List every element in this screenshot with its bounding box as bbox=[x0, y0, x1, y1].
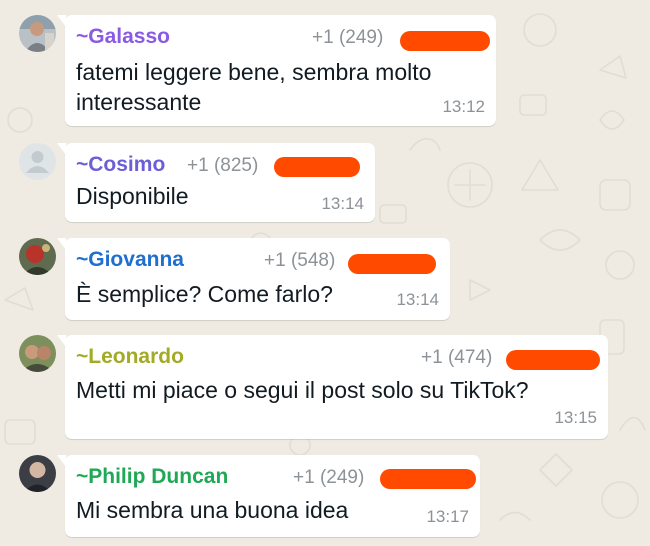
message-time: 13:17 bbox=[426, 507, 469, 526]
avatar[interactable] bbox=[19, 143, 56, 180]
chat-message-list[interactable]: ~Galasso +1 (249) fatemi leggere bene, s… bbox=[0, 0, 650, 546]
sender-phone: +1 (548) bbox=[264, 250, 336, 271]
message-bubble[interactable]: ~Leonardo +1 (474) Metti mi piace o segu… bbox=[57, 335, 608, 439]
profile-photo-icon bbox=[19, 238, 56, 275]
default-profile-icon bbox=[19, 143, 56, 180]
sender-name[interactable]: ~Leonardo bbox=[76, 345, 184, 369]
redaction-mark bbox=[274, 157, 360, 177]
message-header: ~Leonardo +1 (474) bbox=[76, 345, 600, 371]
message-text: Disponibile bbox=[76, 183, 189, 209]
sender-phone: +1 (474) bbox=[421, 347, 493, 368]
message-bubble[interactable]: ~Cosimo +1 (825) Disponibile 13:14 bbox=[57, 143, 375, 222]
message-time: 13:14 bbox=[396, 290, 439, 309]
message-text: È semplice? Come farlo? bbox=[76, 281, 333, 307]
avatar[interactable] bbox=[19, 455, 56, 492]
redaction-mark bbox=[400, 31, 490, 51]
avatar[interactable] bbox=[19, 238, 56, 275]
avatar[interactable] bbox=[19, 335, 56, 372]
message-text: Mi sembra una buona idea bbox=[76, 497, 349, 523]
message-bubble[interactable]: ~Giovanna +1 (548) È semplice? Come farl… bbox=[57, 238, 450, 320]
sender-name[interactable]: ~Galasso bbox=[76, 25, 170, 49]
sender-phone: +1 (249) bbox=[312, 27, 384, 48]
message-header: ~Galasso +1 (249) bbox=[76, 25, 490, 51]
avatar[interactable] bbox=[19, 15, 56, 52]
sender-name[interactable]: ~Giovanna bbox=[76, 248, 184, 272]
sender-name[interactable]: ~Philip Duncan bbox=[76, 465, 228, 489]
message-text: Metti mi piace o segui il post solo su T… bbox=[76, 377, 529, 403]
sender-phone: +1 (825) bbox=[187, 155, 259, 176]
redaction-mark bbox=[348, 254, 436, 274]
redaction-mark bbox=[506, 350, 600, 370]
message-header: ~Philip Duncan +1 (249) bbox=[76, 465, 476, 491]
message-bubble[interactable]: ~Galasso +1 (249) fatemi leggere bene, s… bbox=[57, 15, 496, 126]
message-time: 13:12 bbox=[442, 97, 485, 116]
message-time: 13:15 bbox=[554, 408, 597, 427]
redaction-mark bbox=[380, 469, 476, 489]
profile-photo-icon bbox=[19, 455, 56, 492]
sender-name[interactable]: ~Cosimo bbox=[76, 153, 165, 177]
message-time: 13:14 bbox=[321, 194, 364, 213]
sender-phone: +1 (249) bbox=[293, 467, 365, 488]
message-header: ~Giovanna +1 (548) bbox=[76, 248, 438, 274]
message-header: ~Cosimo +1 (825) bbox=[76, 153, 363, 179]
profile-photo-icon bbox=[19, 335, 56, 372]
message-text: fatemi leggere bene, sembra molto bbox=[76, 59, 432, 85]
profile-photo-icon bbox=[19, 15, 56, 52]
message-bubble[interactable]: ~Philip Duncan +1 (249) Mi sembra una bu… bbox=[57, 455, 480, 537]
message-text: interessante bbox=[76, 89, 202, 115]
